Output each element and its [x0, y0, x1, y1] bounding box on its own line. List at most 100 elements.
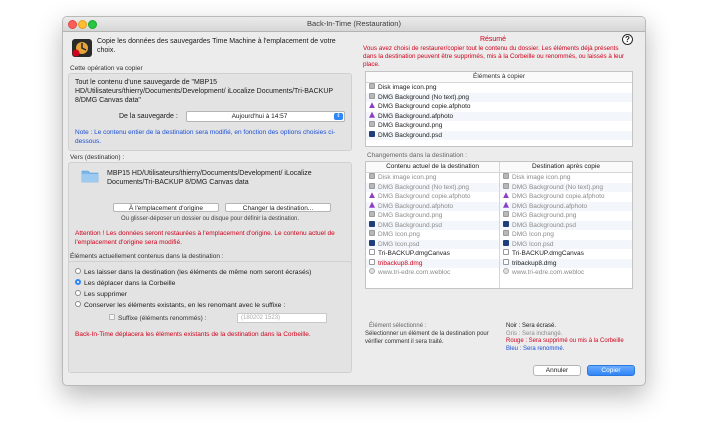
list-item[interactable]: DMG Background (No text).png: [500, 182, 632, 192]
list-item-label: Tri-BACKUP.dmgCanvas: [512, 250, 584, 257]
png-file-icon: [503, 173, 509, 180]
legend-red: Rouge : Sera supprimé ou mis à la Corbei…: [506, 338, 624, 344]
list-item-label: Disk image icon.png: [512, 174, 571, 181]
list-item-label: DMG Background.png: [512, 212, 577, 219]
list-item-label: Disk image icon.png: [378, 84, 437, 91]
file-file-icon: [369, 249, 375, 256]
png-file-icon: [503, 230, 509, 237]
list-item-label: DMG Icon.psd: [378, 240, 420, 248]
radio-trash[interactable]: [75, 279, 81, 286]
dest-drop-hint: Ou glisser-déposer un dossier ou disque …: [120, 216, 300, 222]
list-item[interactable]: Disk image icon.png: [500, 173, 632, 183]
change-destination-button[interactable]: Changer la destination...: [225, 203, 331, 212]
changes-table[interactable]: Contenu actuel de la destination Destina…: [365, 161, 633, 289]
existing-group: Les laisser dans la destination (les élé…: [68, 261, 352, 373]
list-item[interactable]: Disk image icon.png: [366, 173, 499, 183]
list-item-label: DMG Background.psd: [378, 221, 442, 229]
chevron-updown-icon: ⇕: [334, 113, 343, 120]
list-item[interactable]: DMG Background.psd: [500, 220, 632, 230]
list-item[interactable]: Tri-BACKUP.dmgCanvas: [500, 249, 632, 259]
intro-text: Copie les données des sauvegardes Time M…: [97, 38, 336, 54]
radio-delete[interactable]: [75, 290, 81, 297]
list-item-label: DMG Icon.png: [512, 231, 554, 238]
selected-text: Sélectionner un élément de la destinatio…: [365, 331, 489, 345]
list-item[interactable]: tribackup8.dmg: [500, 258, 632, 268]
list-item-label: www.tri-edre.com.webloc: [512, 269, 585, 276]
afphoto-file-icon: [369, 192, 375, 199]
list-item-label: tribackup8.dmg: [512, 259, 557, 267]
list-item[interactable]: DMG Background.psd: [366, 130, 632, 140]
option-trash[interactable]: Les déplacer dans la Corbeille: [75, 279, 175, 287]
list-item[interactable]: DMG Background.afphoto: [500, 201, 632, 211]
copy-list[interactable]: Éléments à copier Disk image icon.png DMG…: [365, 71, 633, 147]
radio-keep[interactable]: [75, 268, 81, 275]
suffix-checkbox[interactable]: [109, 314, 115, 321]
list-item-label: DMG Background.afphoto: [378, 202, 454, 210]
list-item[interactable]: DMG Icon.psd: [500, 239, 632, 249]
selected-label: Élément sélectionné :: [369, 323, 427, 329]
list-item[interactable]: DMG Background.png: [366, 121, 632, 131]
list-item[interactable]: DMG Background.psd: [366, 220, 499, 230]
list-item[interactable]: DMG Background.afphoto: [366, 201, 499, 211]
current-rows: Disk image icon.png DMG Background (No te…: [366, 173, 499, 278]
png-file-icon: [369, 83, 375, 90]
list-item[interactable]: www.tri-edre.com.webloc: [366, 268, 499, 278]
list-item[interactable]: DMG Background.png: [366, 211, 499, 221]
copy-button[interactable]: Copier: [587, 365, 635, 376]
copy-list-header: Éléments à copier: [366, 72, 632, 83]
radio-rename[interactable]: [75, 301, 81, 308]
list-item[interactable]: DMG Background.afphoto: [366, 111, 632, 121]
restore-window: Back-In-Time (Restauration) Copie les do…: [62, 16, 646, 386]
dest-path: MBP15 HD/Utilisateurs/thierry/Documents/…: [107, 170, 312, 186]
list-item-label: tribackup8.dmg: [378, 259, 423, 267]
existing-label: Éléments actuellement contenus dans la d…: [70, 253, 224, 260]
list-item-label: Disk image icon.png: [378, 174, 437, 181]
list-item[interactable]: DMG Icon.png: [500, 230, 632, 240]
png-file-icon: [503, 211, 509, 218]
list-item-label: DMG Background.png: [378, 212, 443, 219]
file-file-icon: [503, 249, 509, 256]
list-item[interactable]: tribackup8.dmg: [366, 258, 499, 268]
list-item[interactable]: DMG Background (No text).png: [366, 182, 499, 192]
list-item[interactable]: DMG Background copie.afphoto: [366, 192, 499, 202]
suffix-input[interactable]: (180202 1523): [237, 313, 327, 323]
afphoto-file-icon: [369, 102, 375, 109]
list-item[interactable]: DMG Background copie.afphoto: [366, 102, 632, 112]
list-item[interactable]: Tri-BACKUP.dmgCanvas: [366, 249, 499, 259]
question-icon: ?: [625, 35, 630, 44]
png-file-icon: [369, 182, 375, 189]
psd-file-icon: [503, 220, 509, 227]
window-title: Back-In-Time (Restauration): [307, 19, 401, 28]
copy-op-group: Tout le contenu d'une sauvegarde de "MBP…: [68, 73, 352, 151]
list-item-label: DMG Background.png: [378, 122, 443, 129]
afphoto-file-icon: [369, 201, 375, 208]
help-button[interactable]: ?: [622, 34, 633, 45]
list-item[interactable]: DMG Background (No text).png: [366, 92, 632, 102]
list-item[interactable]: DMG Background copie.afphoto: [500, 192, 632, 202]
list-item[interactable]: DMG Background.png: [500, 211, 632, 221]
changes-label: Changements dans la destination :: [367, 152, 468, 159]
backup-select[interactable]: Aujourd'hui à 14:57 ⇕: [186, 111, 345, 122]
option-delete[interactable]: Les supprimer: [75, 290, 127, 298]
option-keep[interactable]: Les laisser dans la destination (les élé…: [75, 268, 311, 276]
dest-label: Vers (destination) :: [70, 154, 125, 161]
list-item-label: DMG Background (No text).png: [378, 183, 470, 191]
list-item-label: DMG Background.psd: [378, 131, 442, 139]
png-file-icon: [369, 121, 375, 128]
dest-warning: Attention ! Les données seront restaurée…: [75, 230, 335, 246]
file-file-icon: [369, 258, 375, 265]
list-item-label: DMG Background copie.afphoto: [378, 193, 471, 200]
list-item-label: DMG Background.afphoto: [512, 202, 588, 210]
list-item[interactable]: Disk image icon.png: [366, 83, 632, 93]
list-item[interactable]: www.tri-edre.com.webloc: [500, 268, 632, 278]
list-item-label: Tri-BACKUP.dmgCanvas: [378, 250, 450, 257]
legend-gray: Gris : Sera inchangé.: [506, 330, 563, 337]
list-item-label: DMG Background (No text).png: [378, 93, 470, 101]
option-rename[interactable]: Conserver les éléments existants, en les…: [75, 301, 285, 309]
folder-icon: [81, 169, 99, 183]
cancel-button[interactable]: Annuler: [533, 365, 581, 376]
original-location-button[interactable]: À l'emplacement d'origine: [113, 203, 219, 212]
list-item[interactable]: DMG Icon.png: [366, 230, 499, 240]
list-item[interactable]: DMG Icon.psd: [366, 239, 499, 249]
copy-op-description: Tout le contenu d'une sauvegarde de "MBP…: [75, 79, 333, 104]
